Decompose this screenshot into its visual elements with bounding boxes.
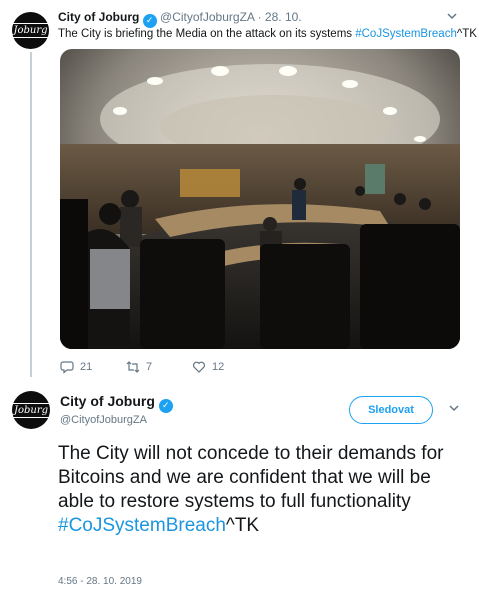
tweet-actions: 21 7 12 xyxy=(60,360,258,374)
author-handle[interactable]: @CityofJoburgZA xyxy=(60,414,147,426)
author-name[interactable]: City of Joburg xyxy=(58,10,139,24)
like-button[interactable]: 12 xyxy=(192,360,258,374)
reply-count: 21 xyxy=(80,361,93,373)
tweet-text-suffix: ^TK xyxy=(225,515,260,536)
retweet-button[interactable]: 7 xyxy=(126,360,192,374)
verified-badge-icon: ✓ xyxy=(142,13,157,28)
author-handle[interactable]: @CityofJoburgZA xyxy=(160,10,254,24)
like-count: 12 xyxy=(212,361,225,373)
retweet-count: 7 xyxy=(146,361,153,373)
tweet-text: The City is briefing the Media on the at… xyxy=(58,28,477,40)
chevron-down-icon[interactable] xyxy=(446,10,458,25)
tweet-photo[interactable] xyxy=(60,49,460,349)
tweet-text-body: The City will not concede to their deman… xyxy=(58,443,444,512)
reply-icon xyxy=(60,361,74,374)
tweet-header: City of Joburg ✓ @CityofJoburgZA · 28. 1… xyxy=(58,10,302,28)
chevron-down-icon[interactable] xyxy=(448,402,460,417)
tweet-date[interactable]: 28. 10. xyxy=(265,10,302,24)
avatar-logo-text: Joburg xyxy=(9,23,52,38)
hashtag-link[interactable]: #CoJSystemBreach xyxy=(58,515,226,536)
author-name[interactable]: City of Joburg xyxy=(60,393,155,409)
avatar[interactable]: Joburg xyxy=(9,391,53,429)
tweet-text-body: The City is briefing the Media on the at… xyxy=(58,28,356,40)
verified-badge-icon: ✓ xyxy=(158,398,173,413)
tweet-text: The City will not concede to their deman… xyxy=(58,442,468,538)
thread-line xyxy=(30,52,32,377)
avatar-logo-text: Joburg xyxy=(9,402,53,418)
tweet-text-suffix: ^TK xyxy=(456,28,477,40)
reply-button[interactable]: 21 xyxy=(60,360,126,374)
tweet-timestamp[interactable]: 4:56 - 28. 10. 2019 xyxy=(58,576,142,587)
follow-button[interactable]: Sledovat xyxy=(349,396,433,424)
author-name-line: City of Joburg ✓ xyxy=(60,393,173,413)
retweet-icon xyxy=(126,361,140,373)
avatar[interactable]: Joburg xyxy=(9,12,52,49)
like-icon xyxy=(193,361,205,373)
hashtag-link[interactable]: #CoJSystemBreach xyxy=(355,28,457,40)
